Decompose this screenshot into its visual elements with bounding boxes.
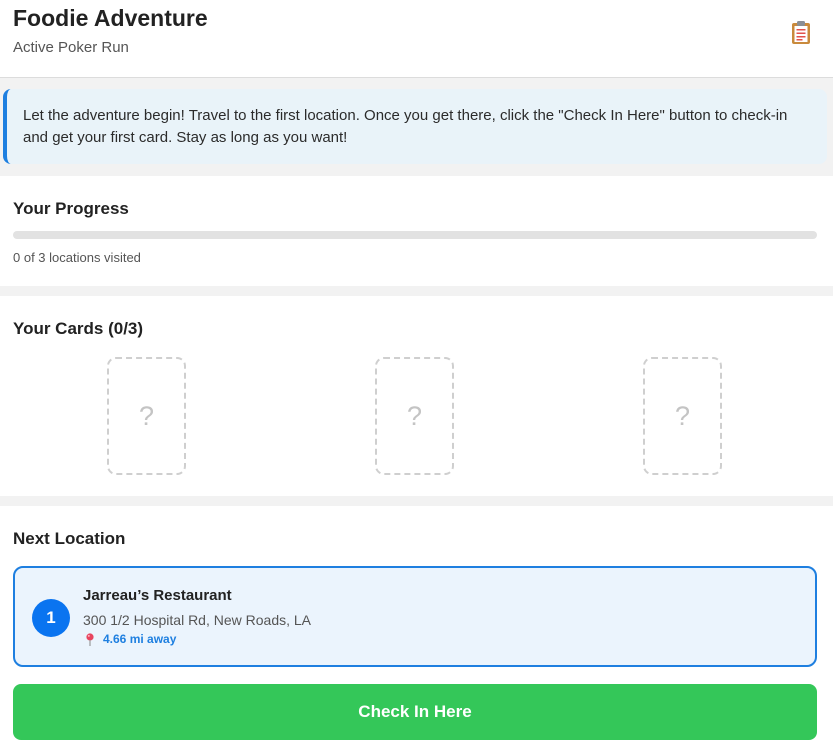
app-header: Foodie Adventure Active Poker Run: [0, 0, 833, 78]
page-title: Foodie Adventure: [13, 5, 208, 31]
card-slot-2: ?: [375, 357, 454, 475]
cards-title: Your Cards (0/3): [13, 319, 144, 338]
location-distance-row: 4.66 mi away: [85, 632, 176, 646]
progress-status: 0 of 3 locations visited: [13, 250, 141, 265]
info-banner: Let the adventure begin! Travel to the f…: [3, 89, 827, 164]
card-slot-1: ?: [107, 357, 186, 475]
progress-bar: [13, 231, 817, 239]
next-location-section: Next Location 1 Jarreau’s Restaurant 300…: [0, 506, 833, 755]
location-address: 300 1/2 Hospital Rd, New Roads, LA: [83, 612, 312, 628]
location-card[interactable]: 1 Jarreau’s Restaurant 300 1/2 Hospital …: [13, 566, 817, 667]
card-placeholder: ?: [138, 400, 155, 431]
info-banner-text: Let the adventure begin! Travel to the f…: [23, 107, 788, 146]
progress-title: Your Progress: [13, 199, 129, 218]
location-distance: 4.66 mi away: [103, 632, 177, 646]
check-in-button[interactable]: Check In Here: [13, 684, 817, 740]
map-pin-icon: [86, 632, 94, 646]
cards-section: Your Cards (0/3) ? ? ?: [0, 296, 833, 496]
location-number-badge: 1: [32, 599, 70, 637]
card-slot-3: ?: [643, 357, 722, 475]
page-subtitle: Active Poker Run: [13, 39, 129, 56]
clipboard-icon[interactable]: [790, 19, 812, 45]
location-name: Jarreau’s Restaurant: [83, 587, 232, 604]
card-placeholder: ?: [406, 400, 423, 431]
card-placeholder: ?: [674, 400, 691, 431]
next-location-title: Next Location: [13, 529, 126, 548]
progress-section: Your Progress 0 of 3 locations visited: [0, 176, 833, 286]
